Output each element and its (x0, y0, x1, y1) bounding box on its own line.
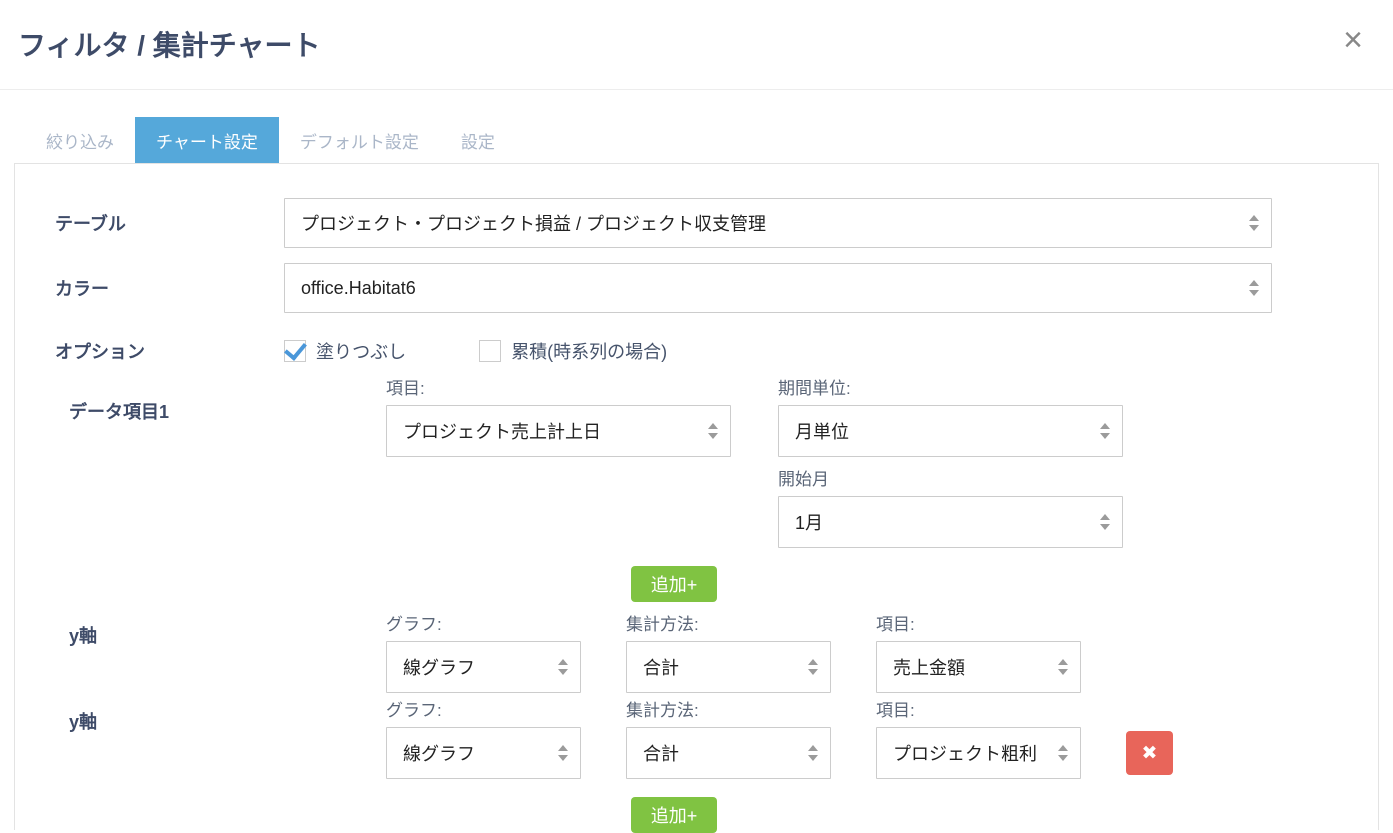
tab-bar: 絞り込み チャート設定 デフォルト設定 設定 (25, 117, 1393, 163)
y-axis-label: y軸 (41, 610, 386, 648)
start-month-label: 開始月 (778, 465, 1123, 490)
item-label: 項目: (876, 696, 1081, 721)
tab-settings[interactable]: 設定 (440, 117, 516, 163)
chevron-updown-icon (1058, 745, 1068, 761)
y-item-select[interactable]: 売上金額 (876, 641, 1081, 693)
start-month-value: 1月 (795, 509, 823, 535)
cumulative-checkbox-label: 累積(時系列の場合) (511, 338, 667, 364)
dialog-title: フィルタ / 集計チャート (18, 24, 321, 64)
tab-filter[interactable]: 絞り込み (25, 117, 135, 163)
options-row: オプション 塗りつぶし 累積(時系列の場合) (41, 338, 1352, 364)
chevron-updown-icon (708, 423, 718, 439)
y-item-select[interactable]: プロジェクト粗利 (876, 727, 1081, 779)
tab-chart-settings[interactable]: チャート設定 (135, 117, 279, 163)
color-row: カラー office.Habitat6 (41, 263, 1352, 313)
aggregation-method-label: 集計方法: (626, 610, 831, 635)
y-item-value: 売上金額 (893, 654, 965, 680)
checkbox-unchecked-icon[interactable] (479, 340, 501, 362)
aggregation-method-value: 合計 (643, 654, 679, 680)
y-item-value: プロジェクト粗利 (893, 740, 1037, 766)
chevron-updown-icon (808, 659, 818, 675)
item-label: 項目: (386, 374, 731, 399)
chevron-updown-icon (558, 659, 568, 675)
period-unit-select[interactable]: 月単位 (778, 405, 1123, 457)
close-icon[interactable]: × (1331, 18, 1375, 62)
table-select-value: プロジェクト・プロジェクト損益 / プロジェクト収支管理 (301, 210, 766, 236)
aggregation-method-select[interactable]: 合計 (626, 727, 831, 779)
graph-col: グラフ: 線グラフ (386, 610, 581, 693)
aggregation-method-label: 集計方法: (626, 696, 831, 721)
graph-type-value: 線グラフ (403, 654, 475, 680)
method-col: 集計方法: 合計 (626, 696, 831, 779)
add-y-axis-button[interactable]: 追加+ (631, 797, 717, 833)
table-row: テーブル プロジェクト・プロジェクト損益 / プロジェクト収支管理 (41, 198, 1352, 248)
data-item1-label: データ項目1 (41, 374, 386, 424)
method-col: 集計方法: 合計 (626, 610, 831, 693)
graph-col: グラフ: 線グラフ (386, 696, 581, 779)
graph-type-select[interactable]: 線グラフ (386, 641, 581, 693)
aggregation-method-value: 合計 (643, 740, 679, 766)
y-axis-label: y軸 (41, 696, 386, 734)
graph-type-select[interactable]: 線グラフ (386, 727, 581, 779)
tab-default-settings[interactable]: デフォルト設定 (279, 117, 440, 163)
item-col: 項目: 売上金額 (876, 610, 1081, 693)
chevron-updown-icon (1249, 280, 1259, 296)
chevron-updown-icon (1100, 423, 1110, 439)
aggregation-method-select[interactable]: 合計 (626, 641, 831, 693)
item-col: 項目: プロジェクト粗利 (876, 696, 1081, 779)
data-item1-section: データ項目1 項目: プロジェクト売上計上日 期間単位: 月単位 開始月 1月 (41, 374, 1352, 548)
cumulative-checkbox-group[interactable]: 累積(時系列の場合) (479, 338, 667, 364)
data-item1-period-col: 期間単位: 月単位 開始月 1月 (778, 374, 1123, 548)
dialog-header: フィルタ / 集計チャート × (0, 0, 1393, 90)
period-unit-value: 月単位 (795, 418, 849, 444)
item-label: 項目: (876, 610, 1081, 635)
color-label: カラー (41, 275, 284, 301)
data-item1-item-col: 項目: プロジェクト売上計上日 (386, 374, 731, 457)
chevron-updown-icon (558, 745, 568, 761)
options-label: オプション (41, 338, 284, 364)
table-label: テーブル (41, 210, 284, 236)
chevron-updown-icon (1100, 514, 1110, 530)
graph-label: グラフ: (386, 610, 581, 635)
period-unit-label: 期間単位: (778, 374, 1123, 399)
add-data-item-button[interactable]: 追加+ (631, 566, 717, 602)
data-item1-item-value: プロジェクト売上計上日 (403, 418, 601, 444)
checkbox-checked-icon[interactable] (284, 340, 306, 362)
chevron-updown-icon (1249, 215, 1259, 231)
chart-settings-panel: テーブル プロジェクト・プロジェクト損益 / プロジェクト収支管理 カラー of… (14, 163, 1379, 830)
graph-label: グラフ: (386, 696, 581, 721)
fill-checkbox-group[interactable]: 塗りつぶし (284, 338, 406, 364)
delete-y-axis-icon[interactable]: ✖ (1126, 731, 1173, 775)
start-month-select[interactable]: 1月 (778, 496, 1123, 548)
chevron-updown-icon (808, 745, 818, 761)
color-select[interactable]: office.Habitat6 (284, 263, 1272, 313)
y-axis-row: y軸 グラフ: 線グラフ 集計方法: 合計 項目: 売上金額 (41, 610, 1352, 693)
color-select-value: office.Habitat6 (301, 278, 416, 299)
fill-checkbox-label: 塗りつぶし (316, 338, 406, 364)
chevron-updown-icon (1058, 659, 1068, 675)
table-select[interactable]: プロジェクト・プロジェクト損益 / プロジェクト収支管理 (284, 198, 1272, 248)
data-item1-item-select[interactable]: プロジェクト売上計上日 (386, 405, 731, 457)
y-axis-row: y軸 グラフ: 線グラフ 集計方法: 合計 項目: プロジェクト粗利 (41, 696, 1352, 779)
graph-type-value: 線グラフ (403, 740, 475, 766)
